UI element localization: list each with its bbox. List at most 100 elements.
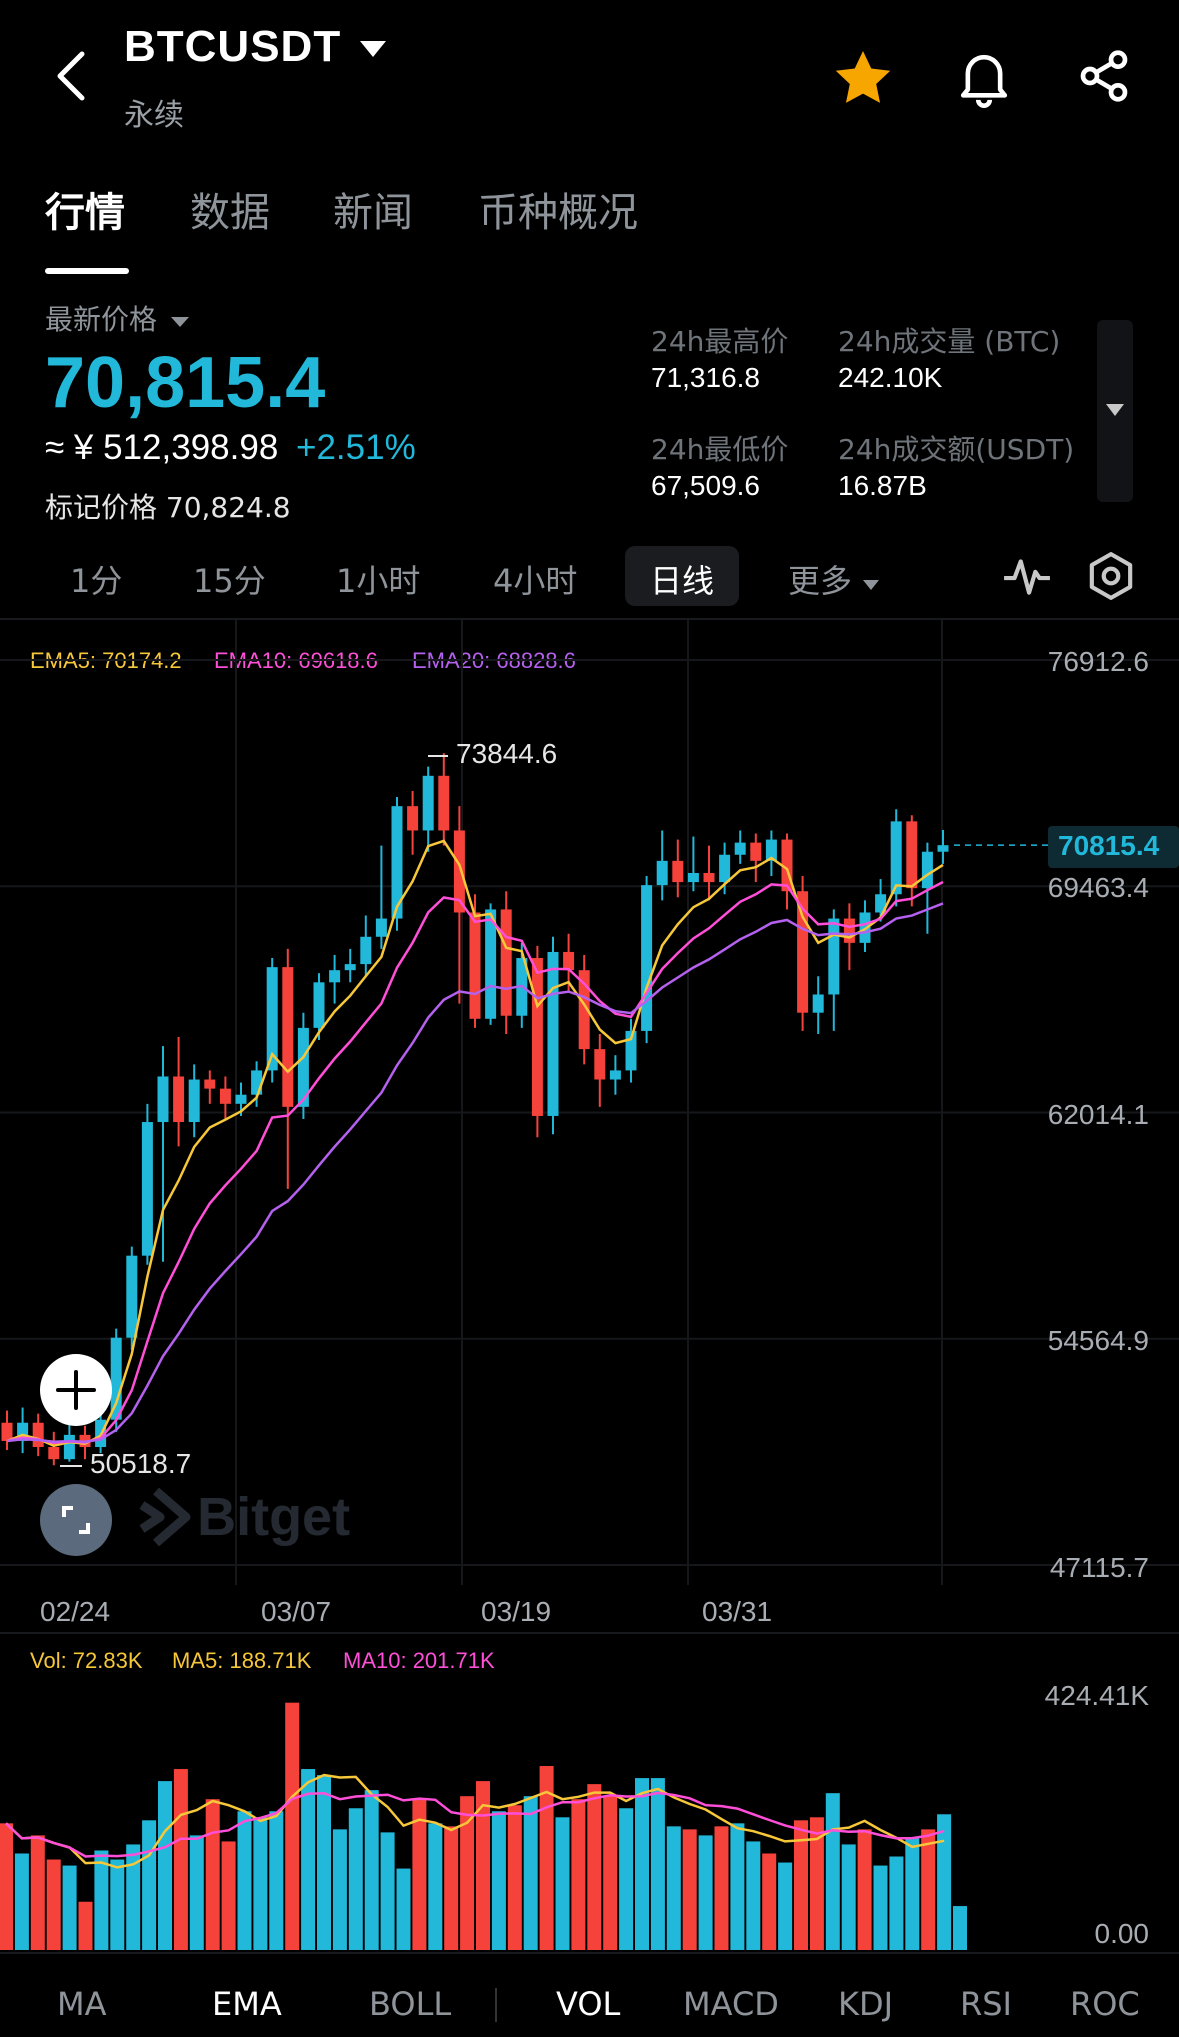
volume-chart[interactable] bbox=[0, 1634, 1179, 1954]
share-button[interactable] bbox=[1076, 48, 1132, 104]
timeframe-15m[interactable]: 15分 bbox=[193, 556, 266, 602]
chevron-left-icon bbox=[57, 51, 85, 101]
candle-body bbox=[32, 1422, 44, 1448]
indicator-ma[interactable]: MA bbox=[57, 1985, 107, 2023]
volume-bar bbox=[857, 1829, 872, 1950]
symbol-name: BTCUSDT bbox=[124, 22, 342, 71]
candle-body bbox=[110, 1337, 122, 1420]
volume-bar bbox=[158, 1781, 172, 1950]
candle-body bbox=[313, 982, 325, 1028]
candle-body bbox=[485, 909, 497, 1019]
candle-body bbox=[422, 775, 434, 831]
chart-settings-button[interactable] bbox=[1086, 550, 1136, 606]
last-price-tag: 70815.4 bbox=[1048, 826, 1179, 868]
y-tick-label: 47115.7 bbox=[1049, 1552, 1149, 1583]
volume-bar bbox=[507, 1805, 522, 1950]
indicator-settings-button[interactable] bbox=[1002, 551, 1052, 605]
timeframe-1h[interactable]: 1小时 bbox=[336, 556, 420, 602]
alert-button[interactable] bbox=[956, 48, 1012, 108]
candle-body bbox=[609, 1070, 621, 1080]
volume-bar bbox=[746, 1841, 761, 1950]
volume-bar bbox=[571, 1799, 586, 1950]
volume-bar bbox=[189, 1835, 204, 1950]
timeframe-more[interactable]: 更多 bbox=[788, 556, 880, 602]
low-24h-value: 67,509.6 bbox=[651, 470, 760, 501]
symbol-title[interactable]: BTCUSDT bbox=[124, 22, 388, 72]
indicator-kdj[interactable]: KDJ bbox=[838, 1985, 893, 2023]
indicator-roc[interactable]: ROC bbox=[1070, 1985, 1140, 2023]
volume-bar bbox=[730, 1823, 745, 1950]
volume-bar bbox=[714, 1826, 729, 1950]
y-tick-label: 76912.6 bbox=[1047, 646, 1149, 677]
latest-price-selector[interactable]: 最新价格 bbox=[45, 298, 190, 338]
contract-type: 永续 bbox=[124, 98, 184, 133]
volume-bar bbox=[460, 1796, 475, 1950]
star-icon bbox=[835, 50, 891, 103]
volume-bar bbox=[619, 1808, 634, 1950]
divider bbox=[0, 1952, 1179, 1954]
turnover-24h-value: 16.87B bbox=[838, 470, 927, 501]
candle-body bbox=[812, 994, 824, 1013]
last-price-tag-text: 70815.4 bbox=[1058, 830, 1160, 861]
candle-body bbox=[906, 821, 918, 889]
candle-body bbox=[126, 1255, 138, 1338]
bitget-logo-icon bbox=[139, 1487, 191, 1547]
watermark-logo: Bitget bbox=[138, 1486, 350, 1548]
candle-body bbox=[407, 806, 419, 831]
tab-data[interactable]: 数据 bbox=[190, 180, 270, 238]
caret-down-icon bbox=[360, 41, 387, 58]
volume-bar bbox=[953, 1906, 967, 1950]
favorite-button[interactable] bbox=[830, 46, 896, 112]
volume-bar bbox=[905, 1838, 920, 1950]
volume-bar bbox=[110, 1859, 125, 1950]
y-tick-label: 62014.1 bbox=[1047, 1099, 1149, 1130]
back-button[interactable] bbox=[50, 48, 90, 104]
candle-body bbox=[656, 860, 668, 886]
candle-body bbox=[188, 1079, 200, 1123]
candle-body bbox=[173, 1076, 185, 1123]
candlestick-chart[interactable] bbox=[0, 620, 1179, 1585]
add-order-button[interactable] bbox=[40, 1354, 112, 1426]
volume-bar bbox=[205, 1799, 220, 1950]
indicator-ema[interactable]: EMA bbox=[212, 1985, 282, 2023]
expand-stats-button[interactable] bbox=[1097, 320, 1133, 502]
x-tick-label: 03/19 bbox=[481, 1596, 552, 1627]
indicator-rsi[interactable]: RSI bbox=[960, 1985, 1012, 2023]
candle-body bbox=[594, 1049, 606, 1080]
tab-coin-overview[interactable]: 币种概况 bbox=[478, 180, 638, 238]
tab-market[interactable]: 行情 bbox=[45, 180, 125, 238]
volume-24h-value: 242.10K bbox=[838, 362, 943, 393]
candle-body bbox=[48, 1447, 60, 1460]
timeframe-1d[interactable]: 日线 bbox=[650, 556, 714, 602]
candle-body bbox=[843, 918, 855, 943]
tab-news[interactable]: 新闻 bbox=[333, 180, 413, 238]
cny-price-row: ≈ ¥ 512,398.98 +2.51% bbox=[45, 428, 416, 468]
y-tick-label: 54564.9 bbox=[1047, 1325, 1149, 1356]
indicator-vol[interactable]: VOL bbox=[556, 1985, 620, 2023]
caret-down-icon bbox=[170, 317, 189, 327]
volume-bar bbox=[587, 1784, 602, 1950]
caret-down-icon bbox=[1106, 404, 1124, 416]
candle-body bbox=[329, 970, 341, 983]
candle-body bbox=[641, 885, 653, 1031]
price-change: +2.51% bbox=[296, 428, 416, 467]
volume-bar bbox=[78, 1901, 93, 1950]
vol-y-tick-label: 424.41K bbox=[1044, 1680, 1149, 1711]
share-icon bbox=[1080, 50, 1128, 102]
fullscreen-button[interactable] bbox=[40, 1484, 112, 1556]
mark-price: 标记价格 70,824.8 bbox=[45, 491, 291, 524]
gear-icon bbox=[1089, 552, 1133, 600]
candle-body bbox=[500, 909, 512, 1016]
cny-price: ≈ ¥ 512,398.98 bbox=[45, 428, 279, 467]
volume-bar bbox=[94, 1850, 109, 1950]
candle-body bbox=[750, 842, 762, 861]
volume-bar bbox=[0, 1823, 13, 1950]
indicator-macd[interactable]: MACD bbox=[683, 1985, 779, 2023]
indicator-boll[interactable]: BOLL bbox=[369, 1985, 451, 2023]
timeframe-1m[interactable]: 1分 bbox=[70, 556, 122, 602]
x-tick-label: 02/24 bbox=[40, 1596, 111, 1627]
candle-body bbox=[204, 1079, 216, 1089]
vol-y-tick-label: 0.00 bbox=[1094, 1918, 1150, 1949]
min-price-label: 50518.7 bbox=[90, 1448, 192, 1479]
timeframe-4h[interactable]: 4小时 bbox=[493, 556, 577, 602]
